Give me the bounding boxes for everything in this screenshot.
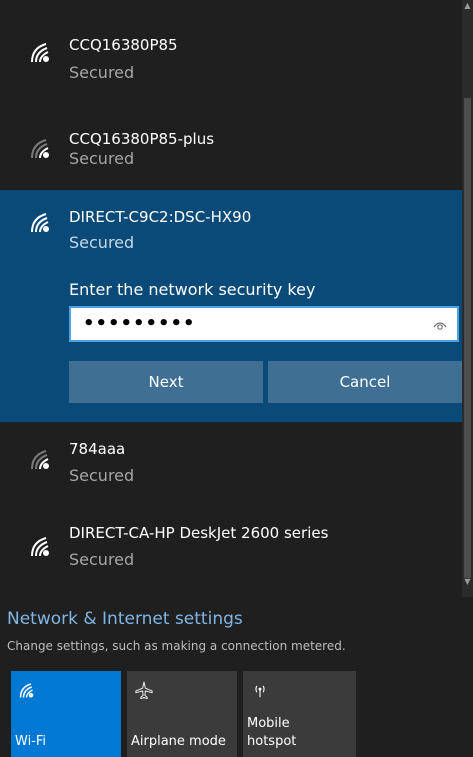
wifi-signal-icon bbox=[31, 213, 49, 232]
network-list-scrollbar[interactable]: ▲ ▼ bbox=[462, 0, 473, 597]
hotspot-icon bbox=[255, 685, 265, 698]
network-settings-description: Change settings, such as making a connec… bbox=[7, 639, 346, 653]
scroll-down-icon[interactable]: ▼ bbox=[463, 577, 472, 586]
network-status: Secured bbox=[69, 466, 135, 485]
network-status: Secured bbox=[69, 550, 135, 569]
network-item[interactable]: DIRECT-CA-HP DeskJet 2600 series Secured bbox=[0, 508, 462, 597]
tile-label: Wi-Fi bbox=[15, 734, 47, 749]
wifi-signal-icon bbox=[31, 139, 49, 158]
mobile-hotspot-tile[interactable]: Mobile hotspot bbox=[243, 671, 356, 757]
network-item-selected[interactable]: DIRECT-C9C2:DSC-HX90 Secured Enter the n… bbox=[0, 190, 462, 422]
tile-label-line1: Mobile bbox=[247, 716, 290, 731]
network-ssid: CCQ16380P85 bbox=[69, 36, 178, 54]
password-mask: ••••••••• bbox=[83, 313, 196, 334]
network-settings-link[interactable]: Network & Internet settings bbox=[7, 609, 243, 629]
wifi-signal-icon bbox=[31, 537, 49, 556]
airplane-icon bbox=[135, 681, 153, 699]
next-button[interactable]: Next bbox=[69, 361, 263, 403]
security-key-prompt: Enter the network security key bbox=[69, 280, 316, 299]
network-ssid: CCQ16380P85-plus bbox=[69, 130, 215, 148]
wifi-signal-icon bbox=[31, 43, 49, 62]
tile-label: Airplane mode bbox=[131, 734, 226, 749]
wifi-icon bbox=[19, 683, 34, 698]
network-ssid: 784aaa bbox=[69, 440, 126, 458]
network-list: CCQ16380P85 Secured CCQ16380P85-plus Sec… bbox=[0, 0, 462, 597]
network-status: Secured bbox=[69, 233, 135, 252]
network-item[interactable]: CCQ16380P85-plus Secured bbox=[0, 98, 462, 190]
security-key-input[interactable]: ••••••••• bbox=[69, 306, 459, 342]
network-item[interactable]: 784aaa Secured bbox=[0, 422, 462, 508]
tile-label-line2: hotspot bbox=[247, 734, 297, 749]
network-ssid: DIRECT-CA-HP DeskJet 2600 series bbox=[69, 524, 329, 542]
reveal-password-icon[interactable] bbox=[433, 319, 447, 331]
scroll-up-icon[interactable]: ▲ bbox=[463, 1, 472, 10]
network-item[interactable]: CCQ16380P85 Secured bbox=[0, 0, 462, 98]
scrollbar-thumb[interactable] bbox=[464, 98, 471, 578]
network-status: Secured bbox=[69, 63, 135, 82]
tile-label: Mobile hotspot bbox=[247, 715, 296, 751]
wifi-signal-icon bbox=[31, 450, 49, 469]
airplane-mode-tile[interactable]: Airplane mode bbox=[127, 671, 237, 757]
wifi-toggle-tile[interactable]: Wi-Fi bbox=[11, 671, 121, 757]
cancel-button[interactable]: Cancel bbox=[268, 361, 462, 403]
network-status: Secured bbox=[69, 149, 135, 168]
network-ssid: DIRECT-C9C2:DSC-HX90 bbox=[69, 208, 252, 226]
